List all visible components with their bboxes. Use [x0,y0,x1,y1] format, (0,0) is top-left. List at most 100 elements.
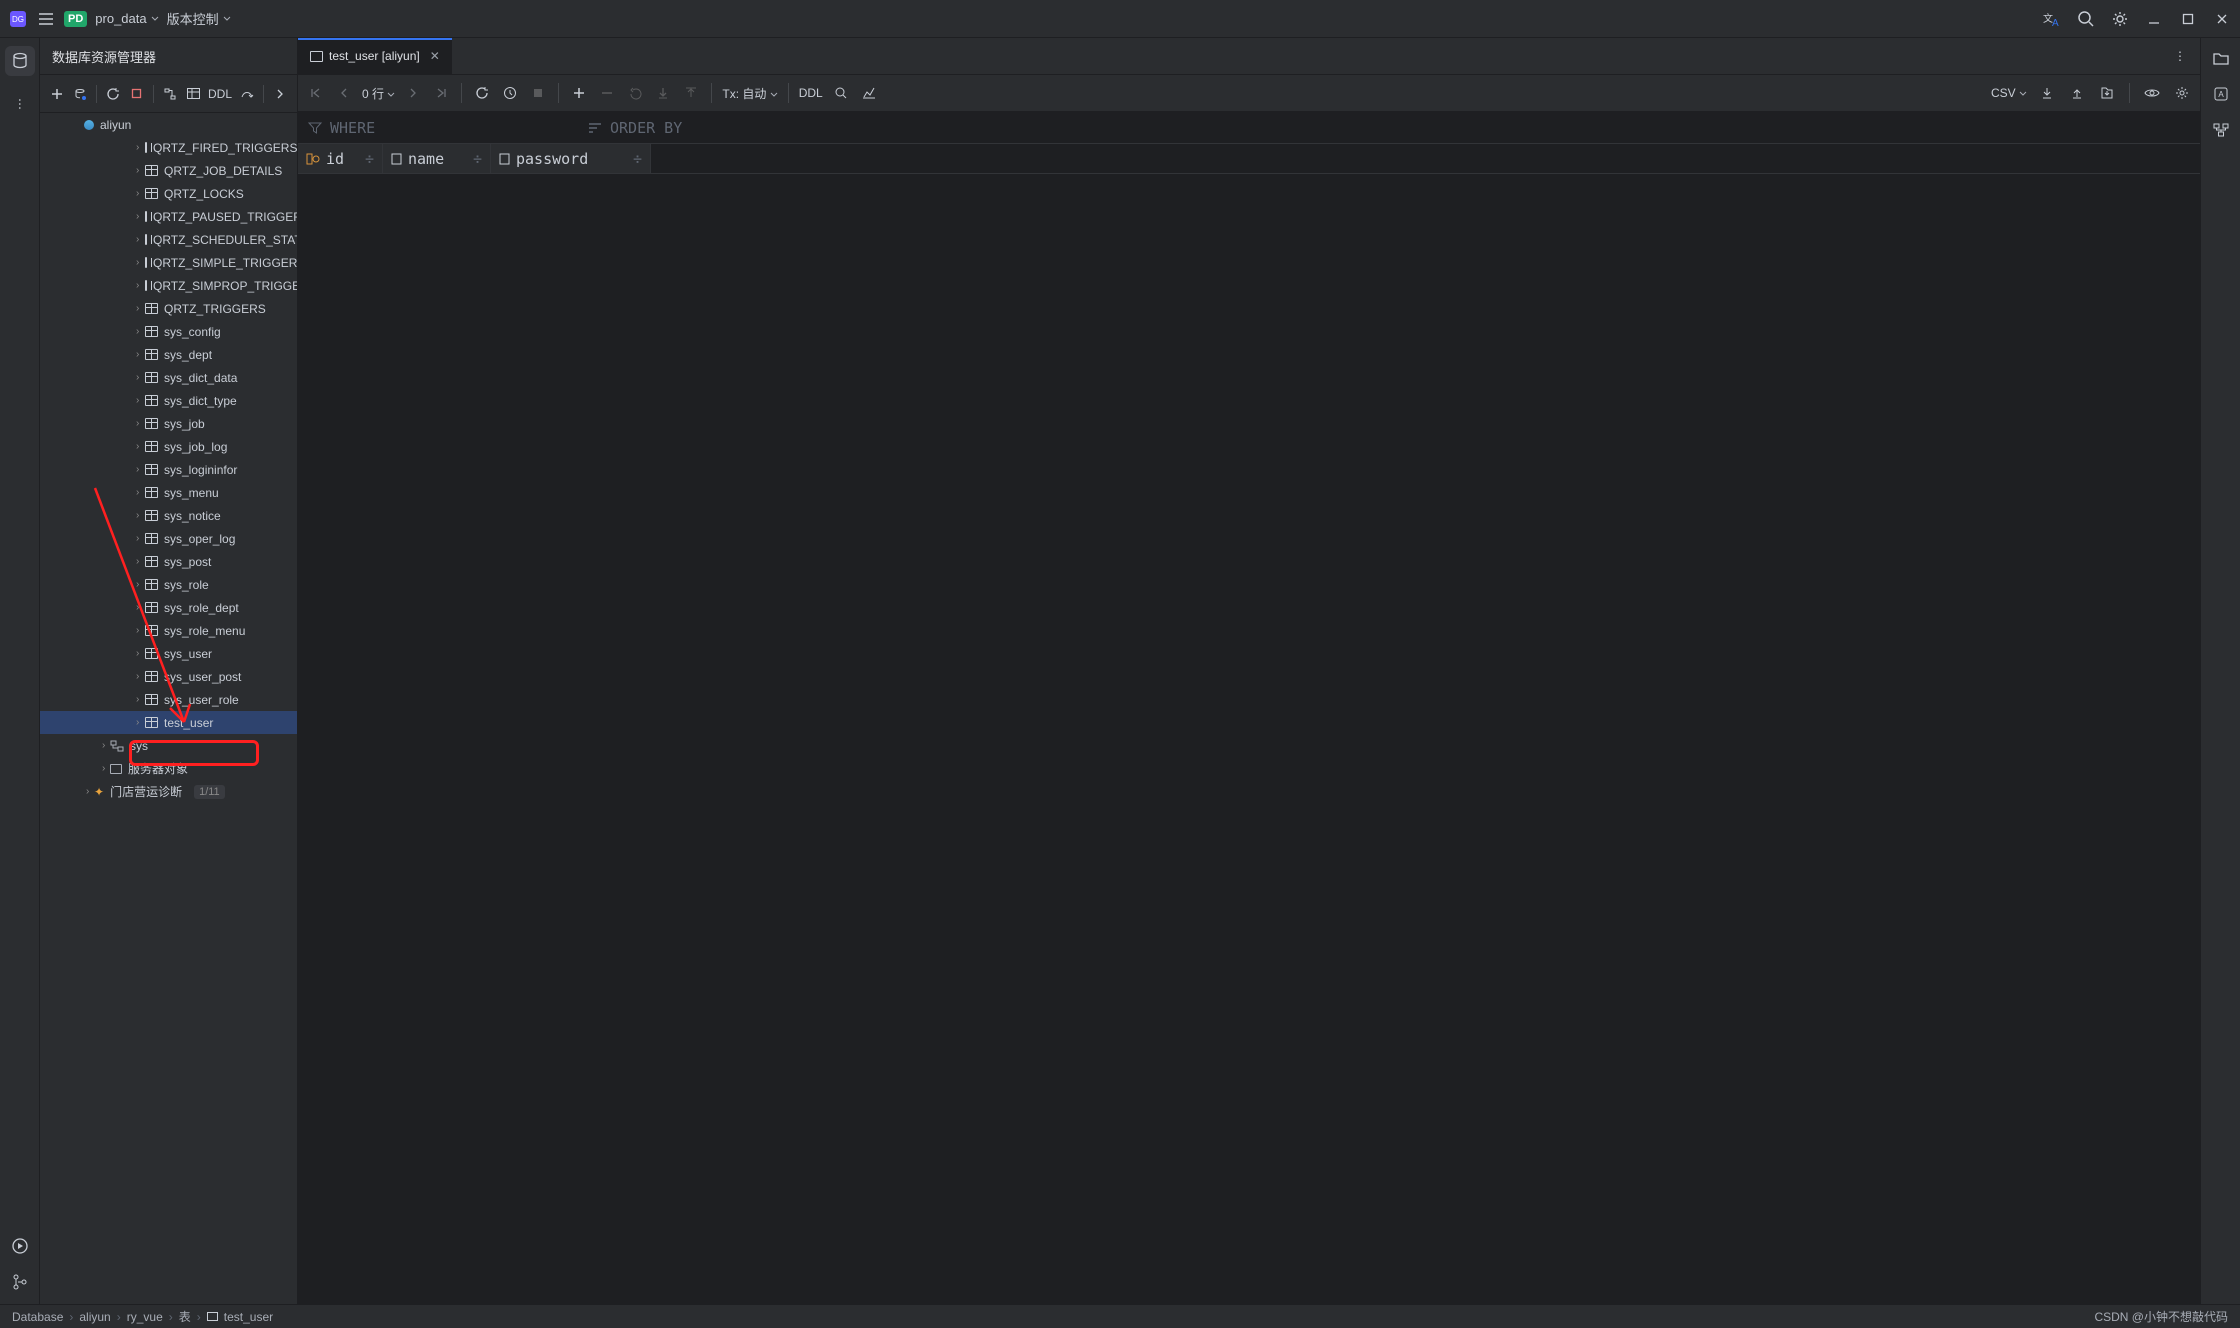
ds-refresh-icon[interactable] [71,84,88,104]
where-filter[interactable]: WHERE [298,112,578,143]
datasource-node[interactable]: aliyun [40,113,297,136]
extractor-dropdown[interactable]: CSV [1991,86,2027,100]
table-node[interactable]: ›QRTZ_LOCKS [40,182,297,205]
close-tab-icon[interactable]: ✕ [430,49,440,63]
refresh-icon[interactable] [105,84,122,104]
breadcrumb-ds[interactable]: aliyun [79,1310,110,1324]
run-tool-icon[interactable] [10,1236,30,1256]
breadcrumb-table[interactable]: test_user [224,1310,273,1324]
search-icon[interactable] [2076,9,2096,29]
download-icon[interactable] [2037,83,2057,103]
chevron-icon: › [136,211,139,222]
table-node[interactable]: ›sys_post [40,550,297,573]
table-node[interactable]: ›sys_dict_data [40,366,297,389]
export2-icon[interactable] [2067,83,2087,103]
project-dropdown[interactable]: pro_data [95,11,158,26]
table-node[interactable]: ›sys_notice [40,504,297,527]
table-node[interactable]: ›sys_oper_log [40,527,297,550]
table-node[interactable]: ›sys_config [40,320,297,343]
more-vertical-icon[interactable]: ⋮ [2170,46,2190,66]
table-label: QRTZ_FIRED_TRIGGERS [153,141,297,155]
table-label: QRTZ_LOCKS [164,187,244,201]
hamburger-icon[interactable] [36,9,56,29]
last-page-icon[interactable] [431,83,451,103]
chevron-right-icon[interactable] [272,84,289,104]
analytics-icon[interactable] [859,83,879,103]
prev-page-icon[interactable] [334,83,354,103]
ai-tool-icon[interactable]: A [2211,84,2231,104]
vcs-tool-icon[interactable] [10,1272,30,1292]
tab-test-user[interactable]: test_user [aliyun] ✕ [298,38,452,74]
table-node[interactable]: ›QRTZ_FIRED_TRIGGERS [40,136,297,159]
table-node[interactable]: ›sys_menu [40,481,297,504]
breadcrumb-tables[interactable]: 表 [179,1308,191,1325]
data-grid-body[interactable] [298,174,2200,1304]
vcs-dropdown[interactable]: 版本控制 [167,9,231,28]
next-page-icon[interactable] [403,83,423,103]
table-node[interactable]: ›QRTZ_JOB_DETAILS [40,159,297,182]
maximize-icon[interactable] [2178,9,2198,29]
table-node[interactable]: ›sys_user_role [40,688,297,711]
table-node[interactable]: ›sys_role [40,573,297,596]
commit-icon[interactable] [653,83,673,103]
add-icon[interactable] [48,84,65,104]
grid-icon[interactable] [185,84,202,104]
search-data-icon[interactable] [831,83,851,103]
table-node-selected[interactable]: ›test_user [40,711,297,734]
table-node[interactable]: ›sys_dict_type [40,389,297,412]
table-node[interactable]: ›sys_dept [40,343,297,366]
close-window-icon[interactable] [2212,9,2232,29]
column-header-password[interactable]: password÷ [491,144,651,173]
main-area: ⋯ 数据库资源管理器 DDL [0,38,2240,1304]
orderby-filter[interactable]: ORDER BY [578,112,2200,143]
table-label: sys_oper_log [164,532,235,546]
table-node[interactable]: ›sys_job_log [40,435,297,458]
eye-icon[interactable] [2142,83,2162,103]
jump-icon[interactable] [238,84,255,104]
breadcrumb-schema[interactable]: ry_vue [127,1310,163,1324]
column-header-name[interactable]: name÷ [383,144,491,173]
reload-icon[interactable] [472,83,492,103]
clock-icon[interactable] [500,83,520,103]
tx-mode-dropdown[interactable]: Tx: 自动 [722,85,777,102]
remove-row-icon[interactable] [597,83,617,103]
breadcrumb-root[interactable]: Database [12,1310,63,1324]
settings-icon[interactable] [2110,9,2130,29]
row-count[interactable]: 0 行 [362,85,395,102]
add-row-icon[interactable] [569,83,589,103]
upload-icon[interactable] [681,83,701,103]
column-header-id[interactable]: id÷ [298,144,383,173]
first-page-icon[interactable] [306,83,326,103]
schema-node[interactable]: › sys [40,734,297,757]
revert-icon[interactable] [625,83,645,103]
table-node[interactable]: ›QRTZ_SCHEDULER_STATE [40,228,297,251]
table-node[interactable]: ›sys_user [40,642,297,665]
table-node[interactable]: ›sys_role_dept [40,596,297,619]
more-vertical-icon[interactable]: ⋯ [10,94,30,114]
table-label: sys_config [164,325,221,339]
table-node[interactable]: ›sys_role_menu [40,619,297,642]
table-node[interactable]: ›sys_user_post [40,665,297,688]
svg-text:A: A [2218,90,2224,99]
tree[interactable]: aliyun ›QRTZ_FIRED_TRIGGERS ›QRTZ_JOB_DE… [40,113,297,1304]
table-node[interactable]: ›QRTZ_PAUSED_TRIGGER_GRPS [40,205,297,228]
minimize-icon[interactable] [2144,9,2164,29]
translate-icon[interactable]: 文A [2042,9,2062,29]
diagram-icon[interactable] [162,84,179,104]
files-tool-icon[interactable] [2211,48,2231,68]
gear-icon[interactable] [2172,83,2192,103]
database-tool-icon[interactable] [5,46,35,76]
table-node[interactable]: ›QRTZ_TRIGGERS [40,297,297,320]
table-node[interactable]: ›QRTZ_SIMPLE_TRIGGERS [40,251,297,274]
table-node[interactable]: ›sys_logininfor [40,458,297,481]
stop-icon[interactable] [128,84,145,104]
import-icon[interactable] [2097,83,2117,103]
apply-icon[interactable] [528,83,548,103]
ddl-button[interactable]: DDL [208,87,232,101]
table-node[interactable]: ›QRTZ_SIMPROP_TRIGGERS [40,274,297,297]
datasource-node[interactable]: › ✦ 门店营运诊断 1/11 [40,780,297,803]
ddl-button[interactable]: DDL [799,86,823,100]
table-node[interactable]: ›sys_job [40,412,297,435]
server-objects-node[interactable]: › 服务器对象 [40,757,297,780]
structure-tool-icon[interactable] [2211,120,2231,140]
